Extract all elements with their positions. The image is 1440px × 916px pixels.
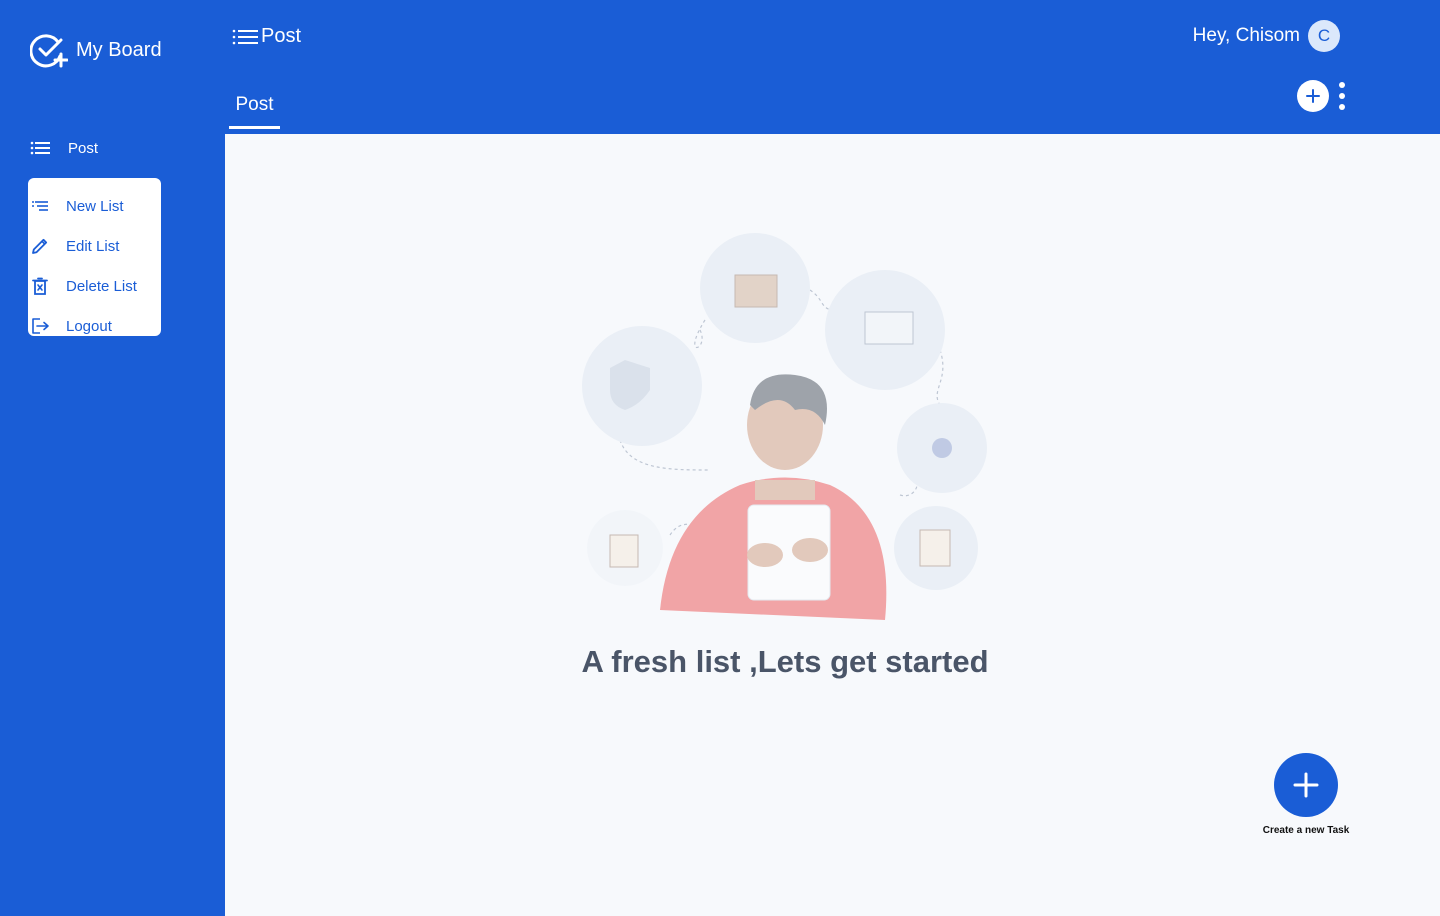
sidebar-item-post[interactable]: Post <box>30 138 98 158</box>
more-options-button[interactable] <box>1338 82 1346 110</box>
list-actions-menu: New List Edit List Delete List Logout <box>28 178 161 336</box>
tab-post[interactable]: Post <box>229 92 280 129</box>
delete-list-menu-item[interactable]: Delete List <box>28 266 161 306</box>
menu-item-label: Logout <box>66 317 112 335</box>
main-content: A fresh list ,Lets get started Create a … <box>225 134 1440 916</box>
avatar[interactable]: C <box>1308 20 1340 52</box>
dot-icon <box>1339 82 1345 88</box>
pencil-icon <box>32 238 48 254</box>
brand-name: My Board <box>76 38 162 61</box>
tab-label: Post <box>235 94 274 115</box>
page-title-text: Post <box>261 25 302 47</box>
create-task-label: Create a new Task <box>1262 825 1350 836</box>
top-bar: Post Hey, Chisom C Post <box>225 0 1440 134</box>
menu-item-label: Delete List <box>66 277 137 295</box>
trash-icon <box>32 277 48 295</box>
logout-menu-item[interactable]: Logout <box>28 306 161 346</box>
brand[interactable]: My Board <box>30 32 162 68</box>
edit-list-menu-item[interactable]: Edit List <box>28 226 161 266</box>
sidebar: My Board Post New List Edit List Delete … <box>0 0 225 916</box>
dot-icon <box>1339 104 1345 110</box>
empty-state-message: A fresh list ,Lets get started <box>581 644 989 679</box>
user-greeting: Hey, Chisom <box>1192 25 1300 46</box>
sidebar-item-label: Post <box>68 139 99 157</box>
menu-item-label: New List <box>66 197 124 215</box>
tab-active-indicator <box>229 126 280 129</box>
add-button[interactable] <box>1297 80 1329 112</box>
dot-icon <box>1339 93 1345 99</box>
new-list-menu-item[interactable]: New List <box>28 186 161 226</box>
list-add-icon <box>32 201 48 211</box>
list-icon <box>30 141 50 155</box>
menu-item-label: Edit List <box>66 237 120 255</box>
page-title: Post <box>231 25 301 48</box>
create-task-button[interactable] <box>1274 753 1338 817</box>
list-icon <box>232 29 258 44</box>
plus-icon <box>1293 772 1319 798</box>
empty-state-illustration <box>582 233 987 620</box>
plus-icon <box>1306 89 1320 103</box>
check-plus-logo-icon <box>30 34 68 68</box>
logout-icon <box>32 318 49 334</box>
